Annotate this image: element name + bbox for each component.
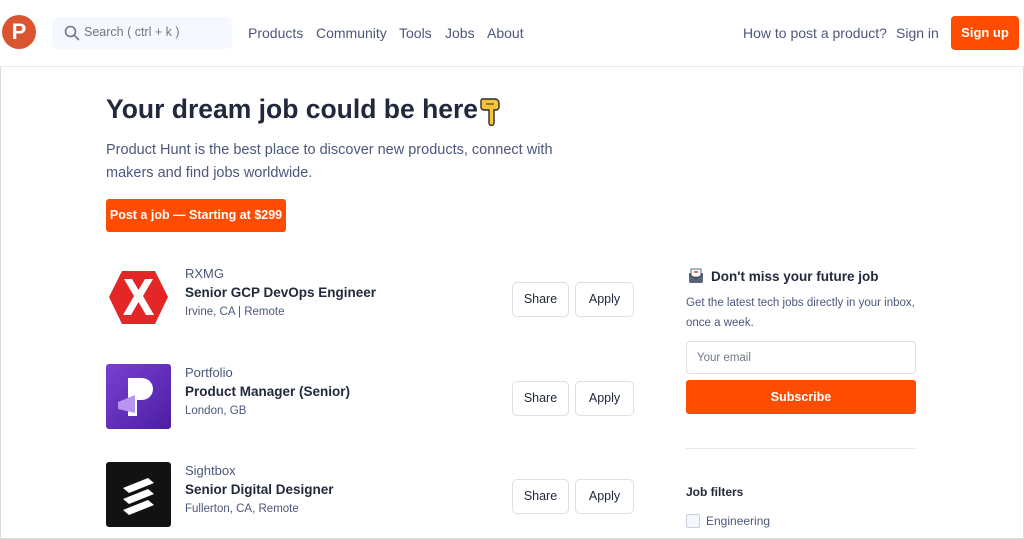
- job-title[interactable]: Product Manager (Senior): [185, 384, 350, 399]
- rxmg-logo: [106, 265, 171, 330]
- filter-label-engineering[interactable]: Engineering: [706, 514, 770, 528]
- nav-tools[interactable]: Tools: [399, 25, 432, 41]
- filter-checkbox-engineering[interactable]: [686, 514, 700, 528]
- product-hunt-logo[interactable]: P: [2, 15, 36, 49]
- apply-button[interactable]: Apply: [575, 282, 634, 317]
- apply-button[interactable]: Apply: [575, 381, 634, 416]
- job-company: RXMG: [185, 266, 224, 281]
- email-input[interactable]: [687, 342, 907, 373]
- nav-community[interactable]: Community: [316, 25, 387, 41]
- search-placeholder: Search ( ctrl + k ): [84, 25, 180, 39]
- pointing-down-hand-icon: [480, 98, 500, 126]
- top-header: P Search ( ctrl + k ) Products Community…: [0, 0, 1024, 67]
- sightbox-logo: [106, 462, 171, 527]
- nav-about[interactable]: About: [487, 25, 524, 41]
- job-listing[interactable]: Sightbox Senior Digital Designer Fullert…: [106, 462, 636, 528]
- post-job-button[interactable]: Post a job — Starting at $299: [106, 199, 286, 232]
- newsletter-description: Get the latest tech jobs directly in you…: [686, 297, 915, 329]
- nav-jobs[interactable]: Jobs: [445, 25, 475, 41]
- sign-up-button[interactable]: Sign up: [951, 16, 1019, 50]
- sign-in-link[interactable]: Sign in: [896, 25, 939, 41]
- apply-button[interactable]: Apply: [575, 479, 634, 514]
- search-box[interactable]: Search ( ctrl + k ): [52, 17, 232, 49]
- email-field[interactable]: [686, 341, 916, 374]
- logo-letter: P: [11, 19, 27, 44]
- nav-products[interactable]: Products: [248, 25, 303, 41]
- subscribe-button[interactable]: Subscribe: [686, 380, 916, 414]
- how-to-post-link[interactable]: How to post a product?: [743, 25, 887, 41]
- job-listing[interactable]: RXMG Senior GCP DevOps Engineer Irvine, …: [106, 265, 636, 331]
- job-location: Irvine, CA | Remote: [185, 306, 285, 318]
- job-title[interactable]: Senior Digital Designer: [185, 482, 334, 497]
- job-company: Portfolio: [185, 365, 233, 380]
- newsletter-title: Don't miss your future job: [711, 269, 879, 284]
- mailbox-icon: [688, 268, 704, 283]
- job-listing[interactable]: Portfolio Product Manager (Senior) Londo…: [106, 364, 636, 430]
- share-button[interactable]: Share: [512, 381, 569, 416]
- portfolio-logo: [106, 364, 171, 429]
- job-location: London, GB: [185, 405, 247, 417]
- share-button[interactable]: Share: [512, 282, 569, 317]
- page-subtitle: Product Hunt is the best place to discov…: [106, 142, 553, 181]
- job-location: Fullerton, CA, Remote: [185, 503, 299, 515]
- job-company: Sightbox: [185, 463, 236, 478]
- job-filters-title: Job filters: [686, 485, 744, 499]
- sidebar-divider: [686, 448, 916, 449]
- page-title: Your dream job could be here: [106, 94, 479, 124]
- share-button[interactable]: Share: [512, 479, 569, 514]
- search-icon: [64, 25, 80, 41]
- job-title[interactable]: Senior GCP DevOps Engineer: [185, 285, 376, 300]
